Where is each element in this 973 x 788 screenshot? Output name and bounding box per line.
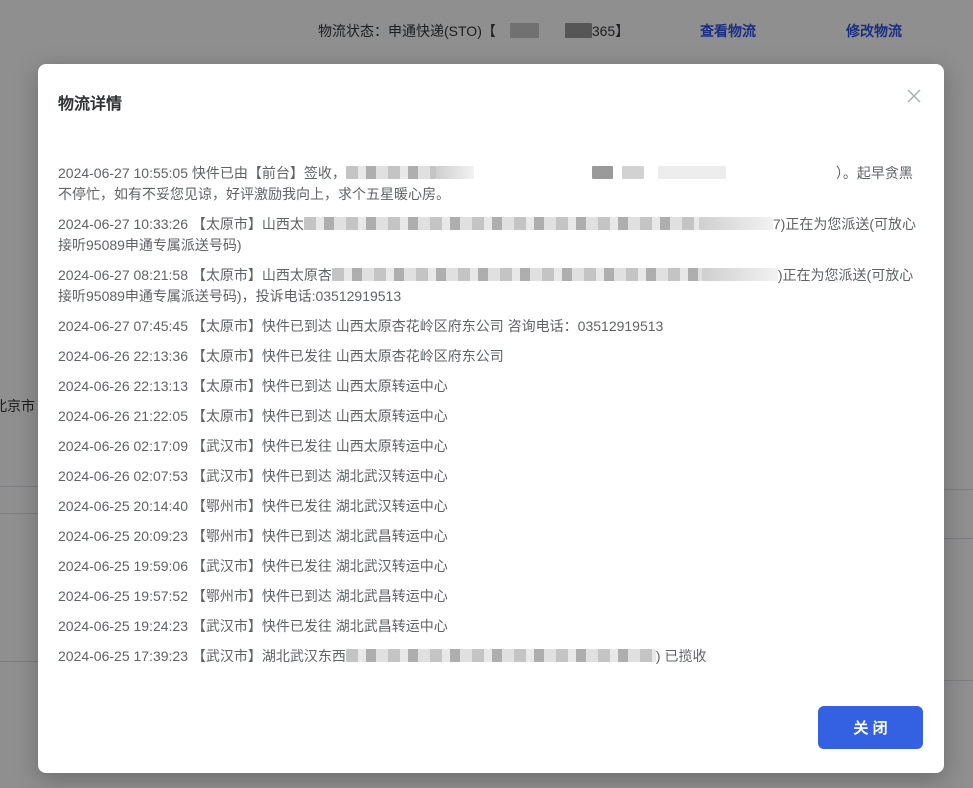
logistics-event: 2024-06-26 22:13:36 【太原市】快件已发往 山西太原杏花岭区府… (58, 346, 926, 367)
event-time: 2024-06-26 21:22:05 (58, 408, 188, 424)
event-text: 【武汉市】快件已到达 湖北武汉转运中心 (192, 468, 448, 484)
redacted-text (613, 166, 622, 179)
event-time: 2024-06-25 20:14:40 (58, 498, 188, 514)
event-text: 【武汉市】快件已发往 湖北武汉转运中心 (192, 558, 448, 574)
logistics-event: 2024-06-26 02:07:53 【武汉市】快件已到达 湖北武汉转运中心 (58, 466, 926, 487)
event-time: 2024-06-26 22:13:36 (58, 348, 188, 364)
event-list: 2024-06-27 10:55:05 快件已由【前台】签收，）。起早贪黑不停忙… (58, 163, 926, 676)
event-text: 【鄂州市】快件已到达 湖北武昌转运中心 (192, 588, 448, 604)
event-text: 【太原市】山西太 (192, 216, 304, 232)
redacted-text (346, 649, 656, 662)
event-text: 【鄂州市】快件已发往 湖北武汉转运中心 (192, 498, 448, 514)
logistics-event: 2024-06-25 20:14:40 【鄂州市】快件已发往 湖北武汉转运中心 (58, 496, 926, 517)
event-text: 快件已由【前台】签收， (192, 165, 346, 181)
event-text: 【武汉市】湖北武汉东西 (192, 648, 346, 664)
logistics-event: 2024-06-26 22:13:13 【太原市】快件已到达 山西太原转运中心 (58, 376, 926, 397)
logistics-event: 2024-06-25 17:39:23 【武汉市】湖北武汉东西 ) 已揽收 (58, 646, 926, 667)
event-time: 2024-06-26 02:17:09 (58, 438, 188, 454)
redacted-text (332, 268, 702, 281)
logistics-event: 2024-06-25 20:09:23 【鄂州市】快件已到达 湖北武昌转运中心 (58, 526, 926, 547)
redacted-text (702, 268, 778, 281)
logistics-event: 2024-06-26 02:17:09 【武汉市】快件已发往 山西太原转运中心 (58, 436, 926, 457)
redacted-text (346, 166, 436, 179)
event-time: 2024-06-26 02:07:53 (58, 468, 188, 484)
redacted-text (592, 166, 613, 179)
logistics-detail-modal: 物流详情 2024-06-27 10:55:05 快件已由【前台】签收，）。起早… (38, 64, 944, 773)
redacted-text (474, 166, 592, 179)
logistics-event: 2024-06-25 19:59:06 【武汉市】快件已发往 湖北武汉转运中心 (58, 556, 926, 577)
event-time: 2024-06-25 17:39:23 (58, 648, 188, 664)
event-text: 【太原市】快件已到达 山西太原转运中心 (192, 408, 448, 424)
redacted-text (726, 166, 836, 179)
redacted-text (622, 166, 644, 179)
event-text: ) 已揽收 (656, 648, 707, 664)
event-text: 【太原市】快件已发往 山西太原杏花岭区府东公司 (192, 348, 504, 364)
event-time: 2024-06-25 19:59:06 (58, 558, 188, 574)
close-icon[interactable] (902, 84, 926, 108)
event-text: 【太原市】快件已到达 山西太原转运中心 (192, 378, 448, 394)
logistics-event: 2024-06-26 21:22:05 【太原市】快件已到达 山西太原转运中心 (58, 406, 926, 427)
event-time: 2024-06-25 19:57:52 (58, 588, 188, 604)
event-text: 【鄂州市】快件已到达 湖北武昌转运中心 (192, 528, 448, 544)
modal-title: 物流详情 (58, 90, 122, 114)
event-time: 2024-06-26 22:13:13 (58, 378, 188, 394)
redacted-text (436, 166, 474, 179)
logistics-event: 2024-06-27 10:55:05 快件已由【前台】签收，）。起早贪黑不停忙… (58, 163, 926, 205)
redacted-text (644, 166, 658, 179)
event-text: 【武汉市】快件已发往 山西太原转运中心 (192, 438, 448, 454)
event-text: 【太原市】快件已到达 山西太原杏花岭区府东公司 咨询电话：03512919513 (192, 318, 663, 334)
event-text: 【武汉市】快件已发往 湖北武昌转运中心 (192, 618, 448, 634)
event-time: 2024-06-25 19:24:23 (58, 618, 188, 634)
redacted-text (304, 217, 699, 230)
logistics-event: 2024-06-27 08:21:58 【太原市】山西太原杏)正在为您派送(可放… (58, 265, 926, 307)
logistics-event: 2024-06-25 19:57:52 【鄂州市】快件已到达 湖北武昌转运中心 (58, 586, 926, 607)
event-time: 2024-06-27 08:21:58 (58, 267, 188, 283)
close-button[interactable]: 关 闭 (818, 706, 923, 749)
event-text: 【太原市】山西太原杏 (192, 267, 332, 283)
logistics-event: 2024-06-27 07:45:45 【太原市】快件已到达 山西太原杏花岭区府… (58, 316, 926, 337)
event-time: 2024-06-27 10:33:26 (58, 216, 188, 232)
logistics-event: 2024-06-27 10:33:26 【太原市】山西太7)正在为您派送(可放心… (58, 214, 926, 256)
logistics-event: 2024-06-25 19:24:23 【武汉市】快件已发往 湖北武昌转运中心 (58, 616, 926, 637)
event-time: 2024-06-27 10:55:05 (58, 165, 188, 181)
redacted-text (699, 217, 773, 230)
redacted-text (658, 166, 726, 179)
event-time: 2024-06-25 20:09:23 (58, 528, 188, 544)
event-time: 2024-06-27 07:45:45 (58, 318, 188, 334)
x-icon (907, 89, 921, 103)
